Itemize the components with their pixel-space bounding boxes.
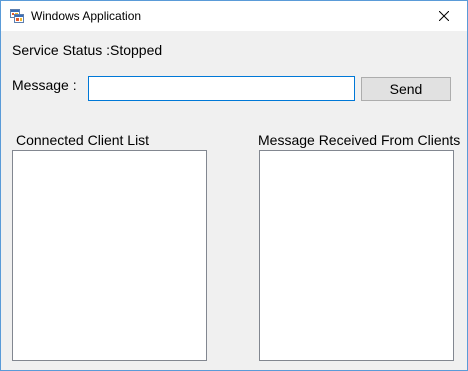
messages-received-listbox[interactable] [259,150,454,361]
send-button[interactable]: Send [361,77,451,101]
application-window: Windows Application Service Status : Sto… [0,0,468,371]
messages-received-label: Message Received From Clients [258,132,461,148]
app-icon [10,9,24,23]
service-status-label: Service Status : [12,42,111,58]
connected-client-listbox[interactable] [12,150,207,361]
service-status-value: Stopped [110,42,163,58]
connected-client-list-label: Connected Client List [16,132,150,148]
close-button[interactable] [421,1,467,31]
message-input[interactable] [88,76,355,101]
close-icon [439,11,449,21]
window-title: Windows Application [31,9,142,23]
message-label: Message : [12,77,77,93]
title-bar[interactable]: Windows Application [1,1,467,31]
